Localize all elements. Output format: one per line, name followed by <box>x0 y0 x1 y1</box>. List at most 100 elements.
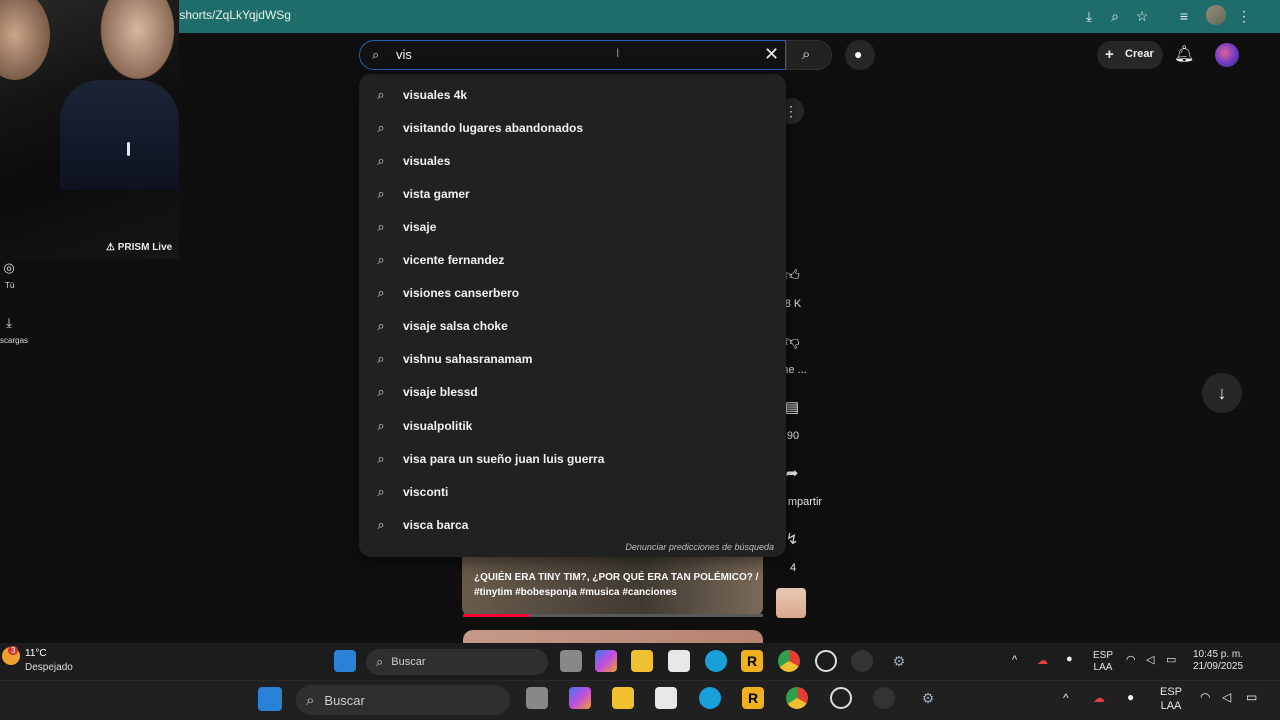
webcam-overlay <box>0 0 179 259</box>
download-icon[interactable]: ⤓ <box>2 315 16 330</box>
mic-tray-icon[interactable]: ● <box>1066 653 1073 665</box>
file-explorer-icon[interactable] <box>612 687 634 709</box>
language-bottom: LAA <box>1093 662 1113 673</box>
search-box[interactable]: ⌕ I ✕ <box>359 40 786 70</box>
battery-icon[interactable]: ▭ <box>1246 690 1257 704</box>
search-icon: ⌕ <box>802 46 811 63</box>
edge-icon[interactable] <box>705 650 727 672</box>
language-indicator[interactable]: ESP LAA <box>1090 650 1116 674</box>
store-icon[interactable] <box>655 687 677 709</box>
person-body <box>60 80 179 190</box>
suggestion-item[interactable]: ⌕ vista gamer <box>359 177 786 210</box>
microphone-icon: ● <box>854 46 863 62</box>
suggestion-item[interactable]: ⌕ visaje blessd <box>359 376 786 409</box>
clock[interactable]: 10:45 p. m. 21/09/2025 <box>1188 649 1248 673</box>
search-icon: ⌕ <box>377 483 385 499</box>
search-icon: ⌕ <box>377 384 385 400</box>
channel-thumbnail[interactable] <box>776 588 806 618</box>
taskbar-search-label: Buscar <box>391 656 426 668</box>
address-bar-url[interactable]: /shorts/ZqLkYqjdWSg <box>176 8 291 22</box>
task-view-icon[interactable] <box>560 650 582 672</box>
plus-icon: + <box>1105 46 1114 63</box>
suggestion-item[interactable]: ⌕ visaje salsa choke <box>359 310 786 343</box>
browser-profile-avatar[interactable] <box>1206 5 1226 25</box>
volume-icon[interactable]: ◁ <box>1222 690 1231 704</box>
task-view-icon[interactable] <box>526 687 548 709</box>
search-icon: ⌕ <box>377 152 385 168</box>
next-short-preview[interactable] <box>463 630 763 644</box>
taskbar-search[interactable]: ⌕ Buscar <box>366 649 548 675</box>
suggestion-item[interactable]: ⌕ vicente fernandez <box>359 244 786 277</box>
rockstar-icon[interactable]: R <box>742 687 764 709</box>
search-icon: ⌕ <box>306 691 315 709</box>
suggestion-item[interactable]: ⌕ visconti <box>359 475 786 508</box>
battery-icon[interactable]: ▭ <box>1166 653 1176 666</box>
arrow-down-icon: ↓ <box>1217 383 1227 403</box>
wifi-icon[interactable]: ◠ <box>1200 690 1210 704</box>
search-icon: ⌕ <box>377 185 385 201</box>
chrome-icon[interactable] <box>778 650 800 672</box>
tab-search-icon[interactable]: ≡ <box>1175 7 1193 25</box>
short-progress-bar[interactable] <box>463 614 763 617</box>
suggestion-item[interactable]: ⌕ visitando lugares abandonados <box>359 111 786 144</box>
windows-start-icon[interactable] <box>334 650 356 672</box>
report-predictions-link[interactable]: Denunciar predicciones de búsqueda <box>625 542 774 552</box>
voice-search-button[interactable]: ● <box>845 40 875 70</box>
weather-temp[interactable]: 11°C <box>25 648 47 659</box>
suggestion-item[interactable]: ⌕ visaje <box>359 210 786 243</box>
copilot-icon[interactable] <box>569 687 591 709</box>
obs-icon[interactable] <box>830 687 852 709</box>
language-indicator[interactable]: ESP LAA <box>1156 685 1186 713</box>
suggestion-item[interactable]: ⌕ visa para un sueño juan luis guerra <box>359 442 786 475</box>
wifi-icon[interactable]: ◠ <box>1126 653 1136 666</box>
search-icon: ⌕ <box>377 119 385 135</box>
onedrive-icon[interactable]: ☁ <box>1037 654 1048 667</box>
chrome-icon[interactable] <box>786 687 808 709</box>
capture-icon[interactable] <box>873 687 895 709</box>
suggestion-item[interactable]: ⌕ visualpolitik <box>359 409 786 442</box>
create-button[interactable]: + Crear <box>1097 41 1163 69</box>
suggestion-item[interactable]: ⌕ visuales 4k <box>359 78 786 111</box>
zoom-icon[interactable]: ⌕ <box>1106 7 1124 25</box>
suggestion-item[interactable]: ⌕ visiones canserbero <box>359 277 786 310</box>
copilot-icon[interactable] <box>595 650 617 672</box>
kebab-menu-icon[interactable]: ⋮ <box>1235 7 1253 25</box>
clock-date: 21/09/2025 <box>1192 661 1244 672</box>
suggestion-item[interactable]: ⌕ vishnu sahasranamam <box>359 343 786 376</box>
search-icon: ⌕ <box>377 450 385 466</box>
settings-gear-icon[interactable]: ⚙ <box>888 650 910 672</box>
rail-label-you[interactable]: Tú <box>5 281 14 290</box>
mic-tray-icon[interactable]: ● <box>1127 690 1134 704</box>
settings-gear-icon[interactable]: ⚙ <box>917 687 939 709</box>
volume-icon[interactable]: ◁ <box>1146 653 1154 666</box>
weather-desc[interactable]: Despejado <box>25 662 73 673</box>
rail-label-downloads[interactable]: scargas <box>0 336 28 345</box>
clear-search-icon[interactable]: ✕ <box>764 44 779 65</box>
edge-icon[interactable] <box>699 687 721 709</box>
windows-start-icon[interactable] <box>258 687 282 711</box>
taskbar-search[interactable]: ⌕ Buscar <box>296 685 510 715</box>
file-explorer-icon[interactable] <box>631 650 653 672</box>
capture-icon[interactable] <box>851 650 873 672</box>
next-video-button[interactable]: ↓ <box>1202 373 1242 413</box>
notifications-bell-icon[interactable]: 🔔︎ <box>1174 44 1194 64</box>
tray-chevron-icon[interactable]: ^ <box>1063 691 1069 705</box>
store-icon[interactable] <box>668 650 690 672</box>
suggestion-item[interactable]: ⌕ visuales <box>359 144 786 177</box>
suggestion-text: visaje salsa choke <box>403 319 508 334</box>
search-button[interactable]: ⌕ <box>786 40 832 70</box>
suggestion-text: visaje blessd <box>403 385 478 400</box>
short-title[interactable]: ¿QUIÉN ERA TINY TIM?, ¿POR QUÉ ERA TAN P… <box>474 570 759 600</box>
install-icon[interactable]: ⤓ <box>1080 7 1098 25</box>
tray-chevron-icon[interactable]: ^ <box>1012 654 1017 666</box>
rockstar-icon[interactable]: R <box>741 650 763 672</box>
remix-count: 4 <box>789 562 797 574</box>
search-input[interactable] <box>396 47 756 62</box>
search-suggestions-dropdown: ⌕ visuales 4k ⌕ visitando lugares abandonad… <box>359 74 786 557</box>
suggestion-item[interactable]: ⌕ visca barca <box>359 508 786 541</box>
account-avatar[interactable] <box>1215 43 1239 67</box>
user-icon[interactable]: ◎ <box>2 260 16 275</box>
obs-icon[interactable] <box>815 650 837 672</box>
bookmark-star-icon[interactable]: ☆ <box>1133 7 1151 25</box>
onedrive-icon[interactable]: ☁ <box>1093 691 1105 705</box>
